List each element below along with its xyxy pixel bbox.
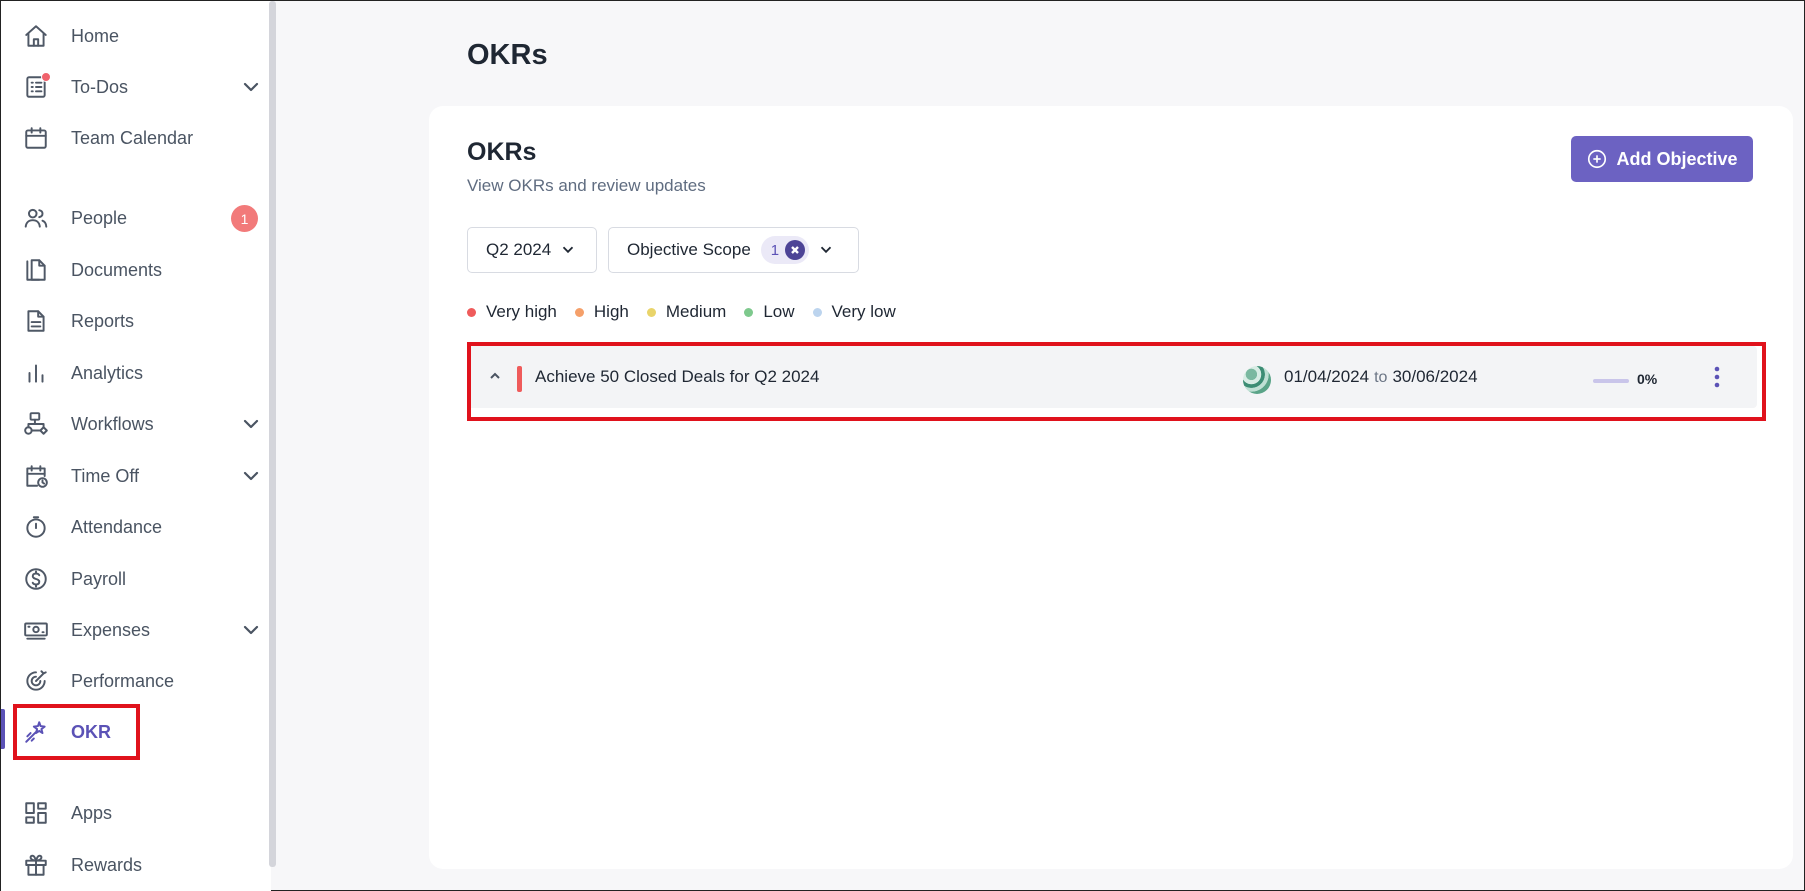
sidebar-item-people[interactable]: People 1: [21, 198, 261, 238]
sidebar-item-label: Workflows: [71, 413, 154, 434]
priority-legend: Very high High Medium Low Very low: [467, 302, 896, 322]
apps-icon: [21, 798, 51, 828]
legend-item: Low: [744, 302, 795, 322]
sidebar-item-todos[interactable]: To-Dos: [21, 67, 261, 107]
documents-icon: [21, 255, 51, 285]
sidebar-item-performance[interactable]: Performance: [21, 661, 261, 701]
dollar-icon: [21, 564, 51, 594]
chevron-down-icon: [821, 246, 832, 254]
scope-count-chip: 1: [760, 236, 810, 264]
sidebar-item-team-calendar[interactable]: Team Calendar: [21, 118, 261, 158]
sidebar-item-home[interactable]: Home: [21, 16, 261, 56]
legend-label: Low: [763, 302, 795, 321]
sidebar-item-label: Expenses: [71, 619, 151, 640]
legend-dot: [467, 307, 476, 317]
people-count-badge: 1: [231, 205, 258, 232]
stopwatch-icon: [21, 512, 51, 542]
workflows-icon: [21, 409, 51, 439]
sidebar-item-documents[interactable]: Documents: [21, 250, 261, 290]
card-title: OKRs: [467, 138, 537, 166]
gift-icon: [21, 850, 51, 880]
legend-label: Very high: [486, 302, 557, 321]
plus-circle-icon: [1588, 149, 1607, 169]
objective-scope-label: Objective Scope: [627, 240, 751, 259]
quarter-select[interactable]: Q2 2024: [467, 227, 597, 273]
legend-label: Medium: [665, 302, 727, 321]
sidebar-item-label: People: [71, 207, 128, 228]
sidebar-item-label: Time Off: [71, 465, 140, 486]
objective-highlight-box: [467, 342, 1766, 421]
money-icon: [21, 615, 51, 645]
sidebar: Home To-Dos Team Calendar People 1 Docum…: [1, 1, 271, 891]
sidebar-item-label: Reports: [71, 310, 135, 331]
sidebar-item-label: Analytics: [71, 362, 144, 383]
sidebar-item-label: Home: [71, 25, 120, 46]
sidebar-item-label: Attendance: [71, 516, 163, 537]
home-icon: [21, 21, 51, 51]
page-title: OKRs: [467, 39, 548, 71]
legend-item: Very low: [812, 302, 896, 322]
sidebar-item-workflows[interactable]: Workflows: [21, 404, 261, 444]
quarter-value: Q2 2024: [486, 240, 552, 259]
add-objective-button[interactable]: Add Objective: [1571, 136, 1753, 182]
sidebar-item-label: Apps: [71, 802, 113, 823]
close-icon: [791, 246, 799, 254]
legend-label: Very low: [831, 302, 896, 321]
sidebar-item-label: Documents: [71, 259, 163, 280]
active-indicator: [1, 709, 5, 749]
scope-count: 1: [770, 241, 780, 259]
sidebar-item-rewards[interactable]: Rewards: [21, 845, 261, 885]
add-objective-label: Add Objective: [1616, 148, 1738, 169]
sidebar-item-attendance[interactable]: Attendance: [21, 507, 261, 547]
todos-icon: [21, 72, 51, 102]
sidebar-item-expenses[interactable]: Expenses: [21, 610, 261, 650]
chevron-down-icon[interactable]: [241, 466, 261, 486]
sidebar-item-label: Payroll: [71, 568, 127, 589]
chevron-down-icon: [563, 246, 574, 254]
sidebar-scrollbar[interactable]: [269, 1, 276, 867]
sidebar-item-time-off[interactable]: Time Off: [21, 456, 261, 496]
people-icon: [21, 203, 51, 233]
legend-item: Medium: [646, 302, 727, 322]
sidebar-item-label: Performance: [71, 670, 175, 691]
sidebar-item-payroll[interactable]: Payroll: [21, 559, 261, 599]
legend-dot: [744, 307, 754, 317]
okr-card: OKRs View OKRs and review updates Add Ob…: [429, 106, 1793, 869]
legend-item: High: [574, 302, 629, 322]
analytics-icon: [21, 358, 51, 388]
legend-dot: [812, 307, 822, 317]
clear-scope-button[interactable]: [785, 240, 806, 260]
legend-label: High: [593, 302, 629, 321]
sidebar-item-label: Rewards: [71, 854, 143, 875]
reports-icon: [21, 306, 51, 336]
okr-highlight-box: [13, 704, 140, 760]
notification-dot: [41, 72, 51, 82]
chevron-down-icon[interactable]: [241, 77, 261, 97]
objective-scope-select[interactable]: Objective Scope 1: [608, 227, 859, 273]
sidebar-item-reports[interactable]: Reports: [21, 301, 261, 341]
time-off-icon: [21, 461, 51, 491]
legend-item: Very high: [467, 302, 557, 322]
chevron-down-icon[interactable]: [241, 414, 261, 434]
calendar-icon: [21, 123, 51, 153]
sidebar-item-analytics[interactable]: Analytics: [21, 353, 261, 393]
card-subtitle: View OKRs and review updates: [467, 176, 706, 195]
sidebar-item-label: Team Calendar: [71, 127, 194, 148]
sidebar-item-apps[interactable]: Apps: [21, 793, 261, 833]
legend-dot: [646, 307, 656, 317]
sidebar-item-label: To-Dos: [71, 76, 129, 97]
performance-icon: [21, 666, 51, 696]
legend-dot: [574, 307, 584, 317]
chevron-down-icon[interactable]: [241, 620, 261, 640]
